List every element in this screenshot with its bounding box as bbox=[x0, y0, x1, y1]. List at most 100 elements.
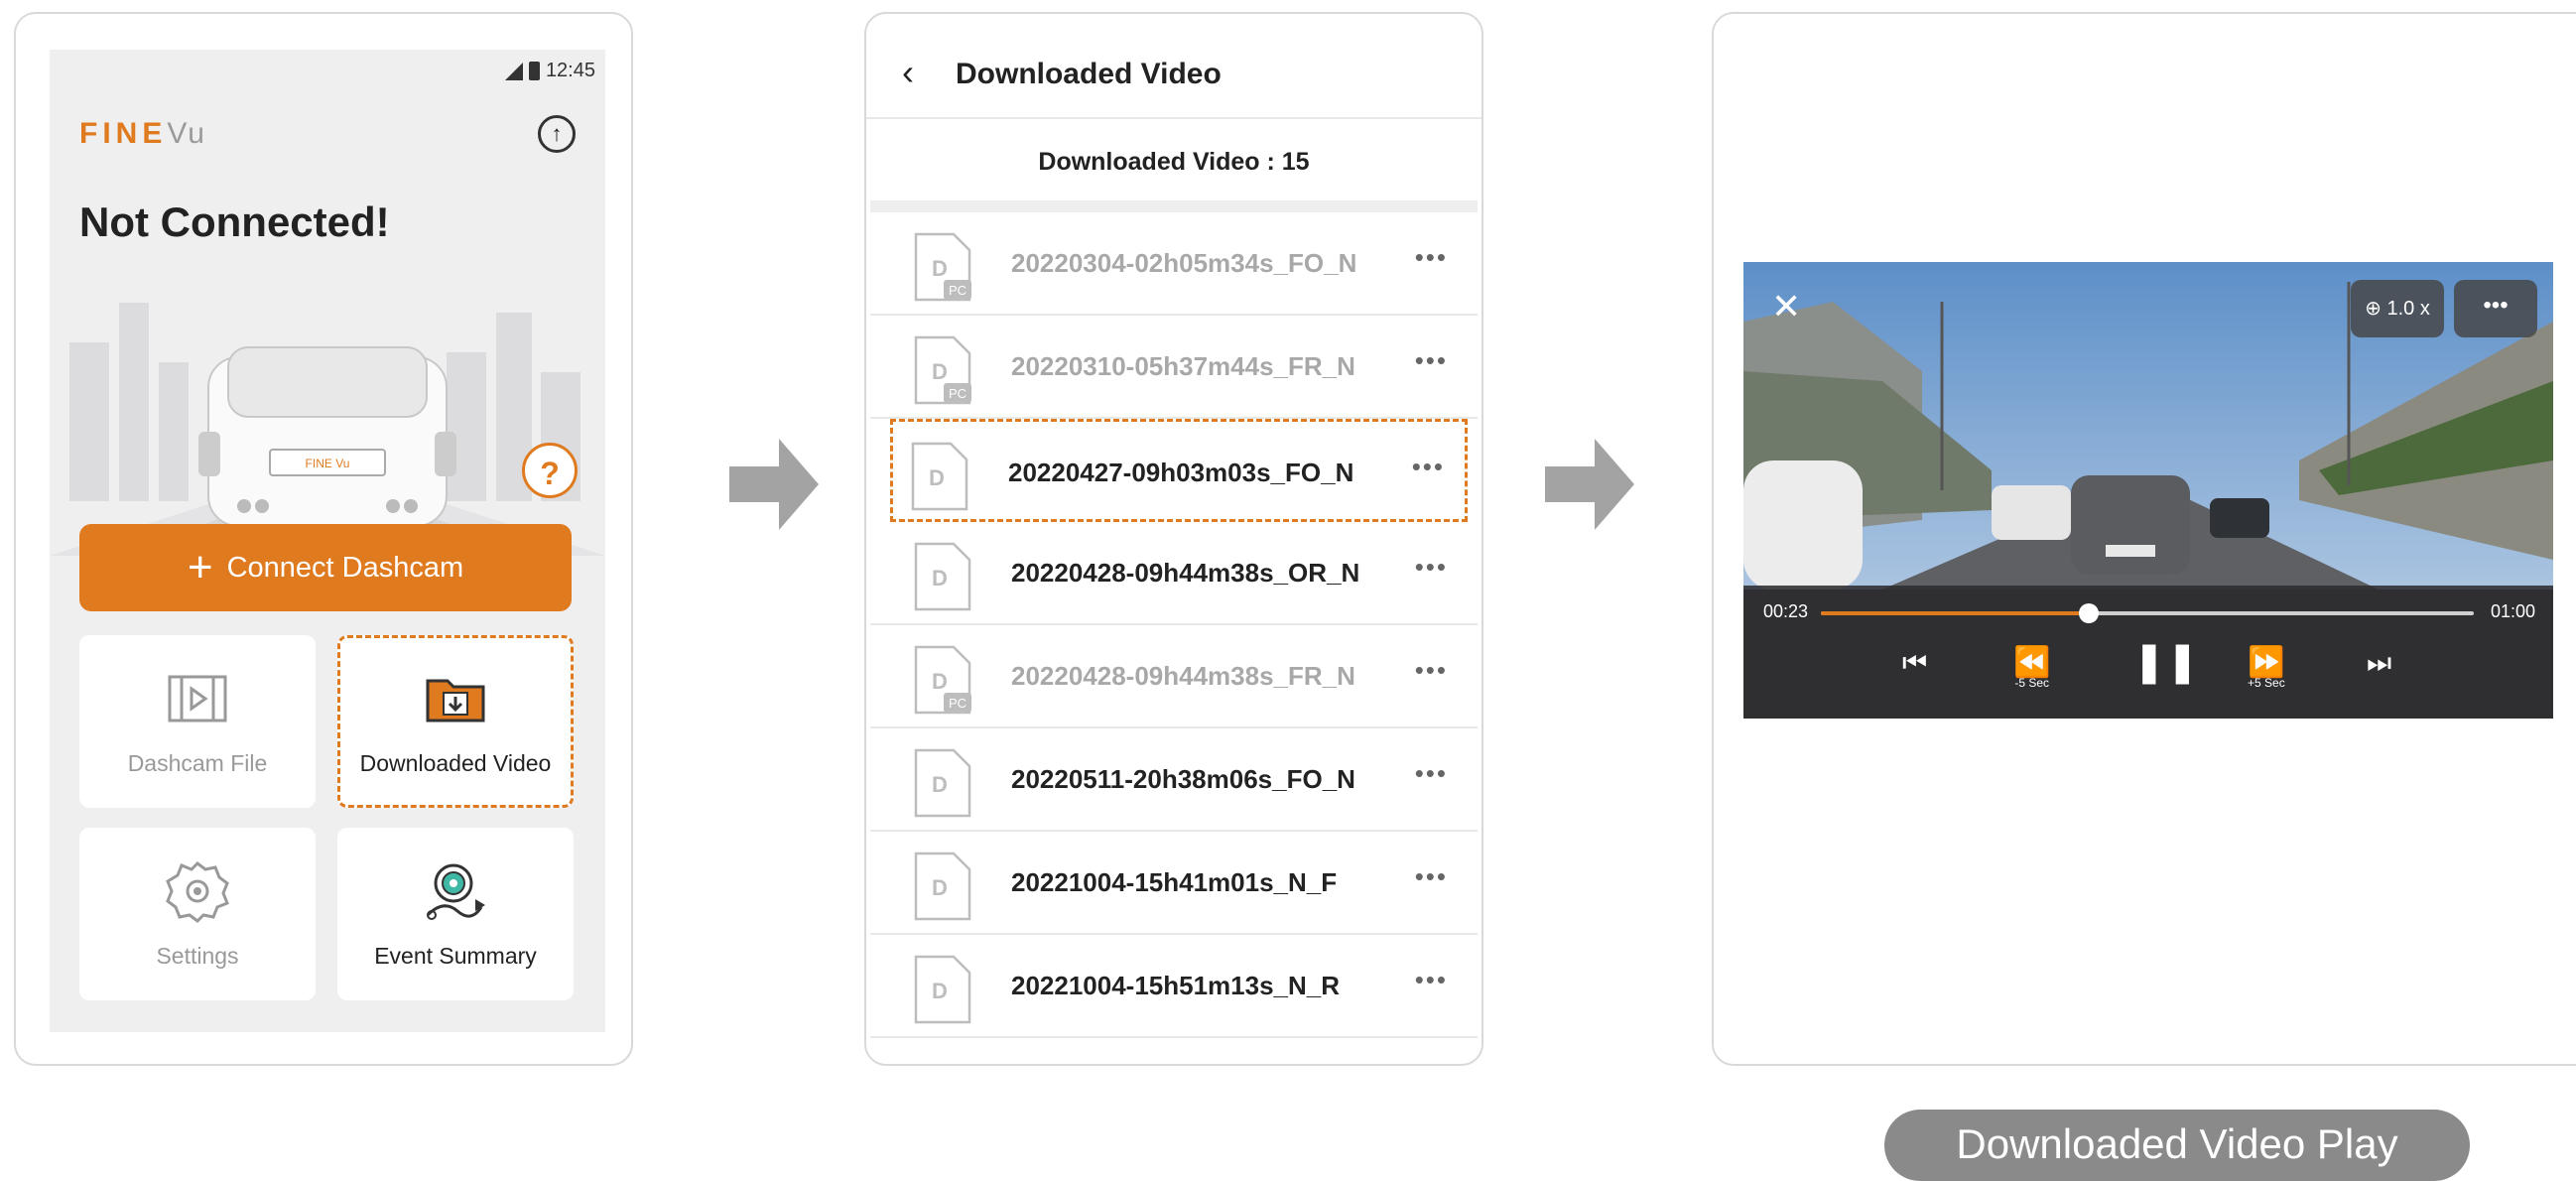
rewind-label: -5 Sec bbox=[2014, 676, 2050, 690]
home-screen: 12:45 FINEVu ↑ Not Connected! FINE Vu ? … bbox=[50, 50, 605, 1032]
settings-card[interactable]: Settings bbox=[79, 828, 316, 1000]
more-options-icon[interactable]: ••• bbox=[1415, 345, 1448, 376]
file-name: 20220428-09h44m38s_OR_N bbox=[1011, 558, 1360, 588]
file-name: 20221004-15h51m13s_N_R bbox=[1011, 971, 1341, 1000]
svg-text:FINE Vu: FINE Vu bbox=[306, 457, 350, 470]
back-arrow-icon[interactable]: ‹ bbox=[902, 52, 914, 93]
plus-icon: + bbox=[187, 543, 213, 591]
video-count: Downloaded Video : 15 bbox=[1038, 148, 1310, 176]
file-type-letter: D bbox=[932, 875, 948, 900]
car-illustration: FINE Vu bbox=[50, 303, 605, 561]
player-controls: 00:23 01:00 ⏮ ⏪ -5 Sec ❚❚ ⏩ +5 Sec ⏭ bbox=[1743, 586, 2553, 719]
file-type-letter: D bbox=[932, 772, 948, 797]
more-options-icon[interactable]: ••• bbox=[1415, 861, 1448, 892]
zoom-button[interactable]: ⊕ 1.0 x bbox=[2351, 280, 2444, 337]
file-icon: DPC bbox=[914, 335, 971, 405]
seek-bar-handle[interactable] bbox=[2078, 603, 2099, 623]
file-icon: D bbox=[914, 852, 971, 921]
divider bbox=[870, 200, 1478, 212]
seek-bar[interactable] bbox=[1821, 603, 2474, 623]
battery-icon bbox=[528, 62, 540, 80]
signal-icon bbox=[504, 62, 523, 80]
step-caption: Downloaded Video Play bbox=[1884, 1110, 2470, 1181]
more-options-icon[interactable]: ••• bbox=[1415, 552, 1448, 583]
file-type-letter: D bbox=[932, 256, 948, 281]
close-icon[interactable]: ✕ bbox=[1771, 286, 1801, 328]
file-icon: D bbox=[914, 748, 971, 818]
skip-next-icon[interactable]: ⏭ bbox=[2367, 647, 2391, 680]
upload-icon[interactable]: ↑ bbox=[538, 115, 576, 153]
forward-button[interactable]: ⏩ +5 Sec bbox=[2248, 645, 2285, 690]
download-folder-icon bbox=[426, 679, 485, 722]
flow-arrow-icon bbox=[729, 439, 819, 530]
file-type-letter: D bbox=[932, 669, 948, 694]
file-icon: DPC bbox=[914, 232, 971, 302]
zoom-level: 1.0 x bbox=[2386, 298, 2430, 320]
file-type-letter: D bbox=[929, 465, 945, 490]
pc-badge: PC bbox=[949, 696, 966, 711]
film-icon bbox=[168, 675, 227, 722]
status-bar: 12:45 bbox=[504, 60, 595, 82]
file-name: 20220304-02h05m34s_FO_N bbox=[1011, 248, 1357, 278]
downloaded-video-card[interactable]: Downloaded Video bbox=[337, 635, 574, 808]
home-screen-panel: 12:45 FINEVu ↑ Not Connected! FINE Vu ? … bbox=[14, 12, 633, 1066]
list-item[interactable]: D 20220427-09h03m03s_FO_N ••• bbox=[890, 419, 1468, 522]
status-time: 12:45 bbox=[545, 60, 595, 81]
list-item[interactable]: D 20221004-15h41m01s_N_F ••• bbox=[870, 832, 1478, 935]
more-options-icon[interactable]: ••• bbox=[1415, 655, 1448, 686]
video-player[interactable]: ✕ ⊕ 1.0 x ••• 00:23 01:00 ⏮ ⏪ -5 Sec ❚❚ … bbox=[1743, 262, 2553, 719]
file-icon: D bbox=[911, 442, 968, 511]
settings-label: Settings bbox=[156, 942, 239, 969]
downloaded-video-label: Downloaded Video bbox=[359, 749, 552, 776]
connect-dashcam-label: Connect Dashcam bbox=[226, 551, 464, 584]
list-item[interactable]: D 20221004-15h51m13s_N_R ••• bbox=[870, 935, 1478, 1038]
event-summary-icon bbox=[426, 863, 485, 920]
file-type-letter: D bbox=[932, 979, 948, 1003]
connection-status-heading: Not Connected! bbox=[79, 198, 390, 245]
finevu-logo: FINEVu bbox=[79, 117, 206, 150]
skip-previous-icon[interactable]: ⏮ bbox=[1902, 647, 1927, 680]
gear-icon bbox=[166, 860, 229, 923]
pc-badge: PC bbox=[949, 386, 966, 401]
list-header: ‹ Downloaded Video bbox=[866, 14, 1481, 119]
downloaded-video-list-panel: ‹ Downloaded Video Downloaded Video : 15… bbox=[864, 12, 1483, 1066]
more-options-icon[interactable]: ••• bbox=[1415, 242, 1448, 273]
event-summary-card[interactable]: Event Summary bbox=[337, 828, 574, 1000]
flow-arrow-icon bbox=[1545, 439, 1634, 530]
file-name: 20220511-20h38m06s_FO_N bbox=[1011, 764, 1355, 794]
connect-dashcam-button[interactable]: + Connect Dashcam bbox=[79, 524, 572, 611]
file-icon: D bbox=[914, 542, 971, 611]
video-player-panel: ✕ ⊕ 1.0 x ••• 00:23 01:00 ⏮ ⏪ -5 Sec ❚❚ … bbox=[1712, 12, 2576, 1066]
more-options-icon[interactable]: ••• bbox=[1415, 965, 1448, 995]
list-item[interactable]: D PC 20220428-09h44m38s_FR_N ••• bbox=[870, 625, 1478, 728]
dashcam-file-card[interactable]: Dashcam File bbox=[79, 635, 316, 808]
dashcam-file-label: Dashcam File bbox=[127, 749, 268, 776]
more-options-icon[interactable]: ••• bbox=[1412, 452, 1445, 482]
event-summary-label: Event Summary bbox=[374, 942, 537, 969]
total-time: 01:00 bbox=[2490, 601, 2535, 621]
player-more-button[interactable]: ••• bbox=[2454, 280, 2537, 337]
list-item[interactable]: D 20220511-20h38m06s_FO_N ••• bbox=[870, 728, 1478, 832]
file-type-letter: D bbox=[932, 359, 948, 384]
file-name: 20221004-15h41m01s_N_F bbox=[1011, 867, 1338, 897]
file-icon: D bbox=[914, 955, 971, 1024]
file-name: 20220428-09h44m38s_FR_N bbox=[1011, 661, 1355, 691]
pause-icon[interactable]: ❚❚ bbox=[2132, 639, 2199, 685]
list-item[interactable]: D PC 20220304-02h05m34s_FO_N ••• bbox=[870, 212, 1478, 316]
zoom-in-icon: ⊕ bbox=[2365, 298, 2382, 320]
fast-forward-icon: ⏩ bbox=[2248, 646, 2285, 679]
file-name: 20220427-09h03m03s_FO_N bbox=[1008, 458, 1354, 487]
file-name: 20220310-05h37m44s_FR_N bbox=[1011, 351, 1355, 381]
file-type-letter: D bbox=[932, 566, 948, 590]
pc-badge: PC bbox=[949, 283, 966, 298]
file-icon: DPC bbox=[914, 645, 971, 715]
list-item[interactable]: D PC 20220310-05h37m44s_FR_N ••• bbox=[870, 316, 1478, 419]
current-time: 00:23 bbox=[1763, 601, 1809, 621]
rewind-icon: ⏪ bbox=[2013, 646, 2051, 679]
page-title: Downloaded Video bbox=[956, 58, 1222, 90]
seek-bar-progress bbox=[1821, 611, 2089, 615]
help-button[interactable]: ? bbox=[522, 443, 578, 498]
list-item[interactable]: D 20220428-09h44m38s_OR_N ••• bbox=[870, 522, 1478, 625]
more-options-icon[interactable]: ••• bbox=[1415, 758, 1448, 789]
rewind-button[interactable]: ⏪ -5 Sec bbox=[2013, 645, 2050, 690]
